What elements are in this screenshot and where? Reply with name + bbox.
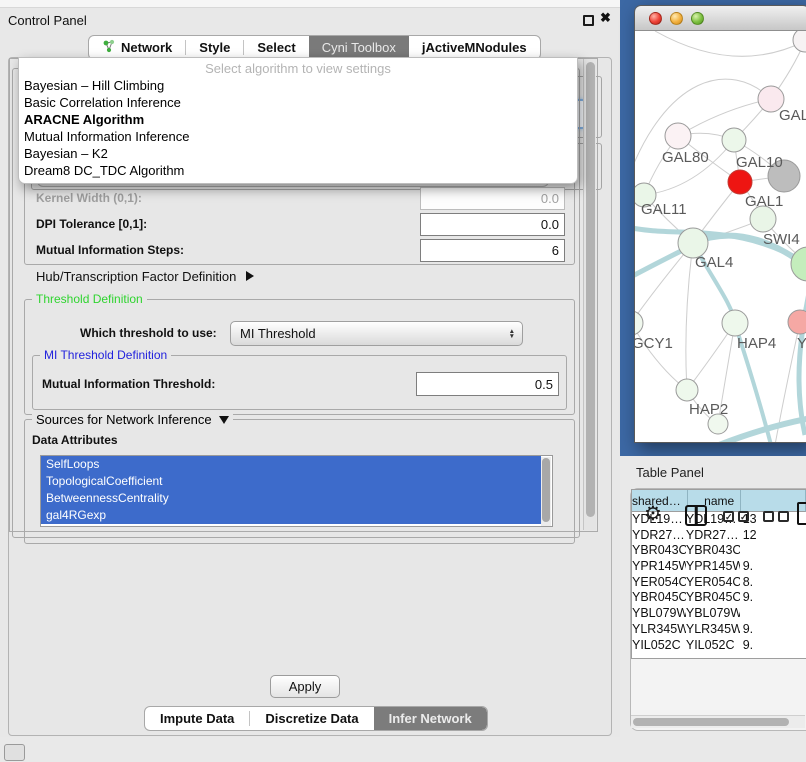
svg-text:HAP4: HAP4 [737,335,776,352]
kernel-width-field: 0.0 [420,187,565,210]
minimize-traffic-light-icon[interactable] [670,12,683,25]
gear-icon[interactable]: ⚙ [644,501,662,526]
app-root: Control Panel ✖ Network Style [0,0,806,762]
hub-definition-toggle[interactable]: Hub/Transcription Factor Definition [36,269,254,284]
svg-text:GCY1: GCY1 [635,335,673,352]
table-panel: Table Panel ⚙ ✓✓ shared…name YDL19…YDL19… [620,456,806,762]
network-tab-icon [102,39,116,56]
mi-steps-label: Mutual Information Steps: [36,243,184,257]
svg-text:GAL11: GAL11 [641,201,687,218]
dpi-tolerance-field[interactable]: 0.0 [420,213,565,236]
control-panel-window: Control Panel ✖ Network Style [0,8,620,737]
data-attribute-item[interactable]: TopologicalCoefficient [41,473,541,490]
table-row[interactable]: YDR27…YDR27…12 [632,528,806,544]
table-row[interactable]: YPR145WYPR145W9. [632,559,806,575]
tab-network-label: Network [121,40,172,55]
close-traffic-light-icon[interactable] [649,12,662,25]
float-window-icon[interactable] [583,15,594,26]
table-row[interactable]: YBR043CYBR043C [632,543,806,559]
tab-jactivemnodules[interactable]: jActiveMNodules [409,36,540,59]
network-graph: GAL GAL80 GAL10 GAL1 GAL11 GAL4 SWI4 GCY1 HAP4 Y H… [635,31,806,443]
table-row[interactable]: YLR345WYLR345W9. [632,622,806,638]
columns-icon[interactable] [685,505,707,526]
data-attribute-item[interactable]: gal4RGexp [41,507,541,524]
threshold-definition-title: Threshold Definition [32,292,147,306]
svg-text:GAL4: GAL4 [695,254,733,271]
table-row[interactable]: YIL052CYIL052C9. [632,638,806,654]
zoom-traffic-light-icon[interactable] [691,12,704,25]
algorithm-options: Bayesian – Hill ClimbingBasic Correlatio… [19,77,577,179]
tab-discretize-data[interactable]: Discretize Data [250,707,373,730]
tab-select[interactable]: Select [244,36,308,59]
which-threshold-label: Which threshold to use: [80,326,217,340]
attributes-scrollbar[interactable] [541,457,551,527]
apply-button[interactable]: Apply [270,675,340,698]
bottom-tabbar: Impute Data Discretize Data Infer Networ… [144,706,488,731]
network-window: GAL GAL80 GAL10 GAL1 GAL11 GAL4 SWI4 GCY1 HAP4 Y H… [634,5,806,443]
collapse-down-icon [219,416,229,424]
table-body: YDL19…YDL19…13YDR27…YDR27…12YBR043CYBR04… [632,512,806,653]
new-table-icon[interactable] [797,502,806,525]
minimized-panel-button[interactable] [4,744,25,761]
mi-threshold-title: MI Threshold Definition [40,348,171,362]
data-attribute-item[interactable]: BetweennessCentrality [41,490,541,507]
table-panel-box: ⚙ ✓✓ shared…name YDL19…YDL19…13YDR27…YDR… [630,488,806,731]
algorithm-option[interactable]: Bayesian – K2 [19,145,577,162]
settings-scrollbar[interactable] [583,59,596,530]
network-canvas[interactable]: GAL GAL80 GAL10 GAL1 GAL11 GAL4 SWI4 GCY1 HAP4 Y H… [635,31,806,443]
data-attribute-item[interactable]: SelfLoops [41,456,541,473]
algorithm-option[interactable]: ARACNE Algorithm [19,111,577,128]
close-icon[interactable]: ✖ [600,10,611,26]
table-row[interactable]: YER054CYER054C8. [632,575,806,591]
network-window-titlebar[interactable] [635,6,806,31]
sources-title[interactable]: Sources for Network Inference [32,412,233,427]
which-threshold-combobox[interactable]: MI Threshold ▲▼ [230,321,523,346]
data-attributes-label: Data Attributes [32,433,118,447]
control-panel-title: Control Panel [8,13,87,28]
svg-text:Y: Y [797,335,806,352]
table-row[interactable]: YBR045CYBR045C9. [632,590,806,606]
svg-text:HAP2: HAP2 [689,401,728,418]
algorithm-option[interactable]: Basic Correlation Inference [19,94,577,111]
svg-text:GAL80: GAL80 [662,149,709,166]
tab-infer-network[interactable]: Infer Network [374,707,487,730]
tab-style[interactable]: Style [186,36,243,59]
top-strip [0,0,620,8]
svg-text:GAL: GAL [779,107,806,124]
tab-network[interactable]: Network [89,36,185,59]
tab-impute-data[interactable]: Impute Data [145,707,249,730]
algorithm-option[interactable]: Mutual Information Inference [19,128,577,145]
kernel-width-label: Kernel Width (0,1): [36,191,142,205]
tab-cyni-toolbox[interactable]: Cyni Toolbox [309,36,409,59]
svg-text:GAL1: GAL1 [745,193,783,210]
algorithm-dropdown: Select algorithm to view settings Bayesi… [18,57,578,184]
deselect-all-columns-icon[interactable] [763,511,789,522]
dpi-tolerance-label: DPI Tolerance [0,1]: [36,217,147,231]
mi-steps-field[interactable]: 6 [420,239,565,262]
mi-threshold-label: Mutual Information Threshold: [42,377,215,391]
table-panel-title: Table Panel [636,465,704,480]
table-row[interactable]: YBL079WYBL079W [632,606,806,622]
algorithm-option[interactable]: Bayesian – Hill Climbing [19,77,577,94]
svg-text:GAL10: GAL10 [736,154,783,171]
svg-text:SWI4: SWI4 [763,231,800,248]
data-attributes-list[interactable]: SelfLoopsTopologicalCoefficientBetweenne… [40,455,553,527]
expand-right-icon [246,271,254,281]
select-all-columns-icon[interactable]: ✓✓ [723,511,749,522]
algorithm-option[interactable]: Dream8 DC_TDC Algorithm [19,162,577,179]
dropdown-placeholder: Select algorithm to view settings [19,58,577,77]
mi-threshold-field[interactable]: 0.5 [416,372,559,396]
combo-spinner-icon: ▲▼ [509,329,515,339]
